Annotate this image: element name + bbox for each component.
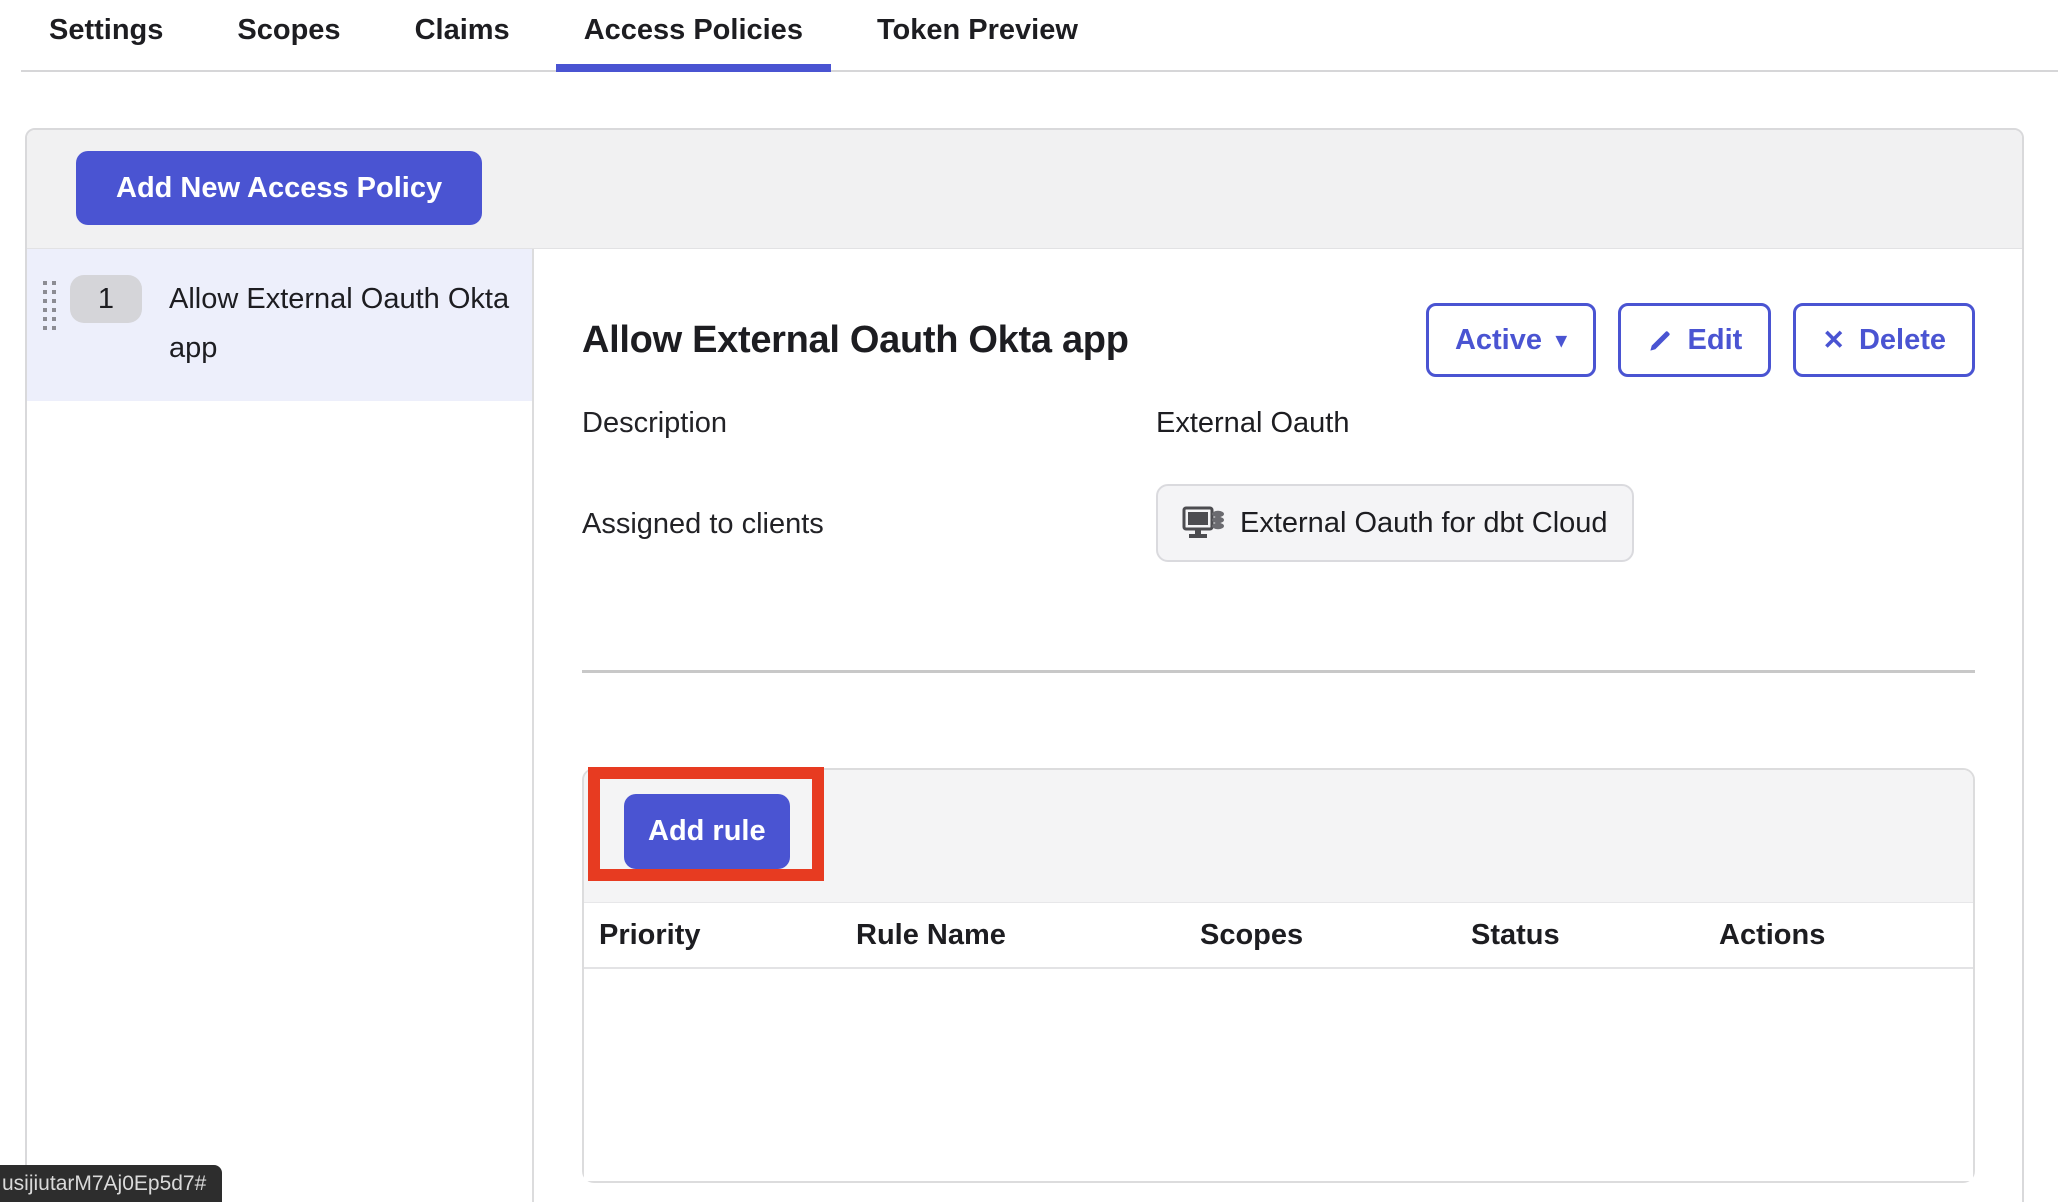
column-header-priority: Priority	[599, 919, 856, 952]
computer-icon	[1182, 504, 1226, 542]
client-chip: External Oauth for dbt Cloud	[1156, 484, 1634, 562]
rules-table-body-empty	[584, 969, 1973, 1181]
add-new-access-policy-button[interactable]: Add New Access Policy	[76, 151, 482, 225]
policy-detail: Allow External Oauth Okta app Active ▾ E…	[534, 249, 2022, 1202]
tab-bar: Settings Scopes Claims Access Policies T…	[21, 0, 2058, 72]
pencil-icon	[1647, 327, 1674, 354]
column-header-status: Status	[1471, 919, 1719, 952]
assigned-clients-row: Assigned to clients External Oauth for d…	[582, 484, 1975, 562]
rules-panel: Add rule Priority Rule Name Scopes Statu…	[582, 768, 1975, 1183]
delete-label: Delete	[1859, 324, 1946, 357]
chevron-down-icon: ▾	[1556, 330, 1567, 351]
tab-settings[interactable]: Settings	[21, 0, 191, 70]
status-label: Active	[1455, 324, 1542, 357]
tab-access-policies[interactable]: Access Policies	[556, 0, 831, 70]
column-header-scopes: Scopes	[1200, 919, 1471, 952]
policy-list-sidebar: 1 Allow External Oauth Okta app	[27, 249, 534, 1202]
rules-table-header: Priority Rule Name Scopes Status Actions	[584, 903, 1973, 969]
status-dropdown-button[interactable]: Active ▾	[1426, 303, 1596, 377]
description-row: Description External Oauth	[582, 407, 1975, 440]
client-chip-label: External Oauth for dbt Cloud	[1240, 507, 1608, 540]
panel-body: 1 Allow External Oauth Okta app Allow Ex…	[27, 249, 2022, 1202]
description-value: External Oauth	[1156, 407, 1349, 440]
access-policies-panel: Add New Access Policy 1 Allow External O…	[25, 128, 2024, 1202]
rules-toolbar: Add rule	[584, 770, 1973, 903]
assigned-clients-label: Assigned to clients	[582, 484, 1156, 541]
add-rule-button[interactable]: Add rule	[624, 794, 790, 869]
close-icon: ✕	[1822, 327, 1845, 354]
tab-claims[interactable]: Claims	[387, 0, 538, 70]
column-header-actions: Actions	[1719, 919, 1973, 952]
tab-scopes[interactable]: Scopes	[209, 0, 368, 70]
panel-toolbar: Add New Access Policy	[27, 130, 2022, 249]
policy-order-badge: 1	[70, 275, 142, 323]
tab-token-preview[interactable]: Token Preview	[849, 0, 1106, 70]
column-header-rule-name: Rule Name	[856, 919, 1200, 952]
policy-action-buttons: Active ▾ Edit ✕ Delete	[1426, 303, 1975, 377]
link-preview-tooltip: usijiutarM7Aj0Ep5d7#	[0, 1165, 222, 1202]
policy-list-item[interactable]: 1 Allow External Oauth Okta app	[27, 249, 532, 401]
policy-name-label: Allow External Oauth Okta app	[169, 275, 514, 373]
drag-handle-icon[interactable]	[43, 281, 56, 330]
policy-title: Allow External Oauth Okta app	[582, 319, 1129, 362]
policy-detail-header: Allow External Oauth Okta app Active ▾ E…	[582, 303, 1975, 377]
section-divider	[582, 670, 1975, 673]
edit-label: Edit	[1688, 324, 1743, 357]
description-label: Description	[582, 407, 1156, 440]
page: Settings Scopes Claims Access Policies T…	[0, 0, 2058, 1202]
delete-button[interactable]: ✕ Delete	[1793, 303, 1975, 377]
edit-button[interactable]: Edit	[1618, 303, 1772, 377]
